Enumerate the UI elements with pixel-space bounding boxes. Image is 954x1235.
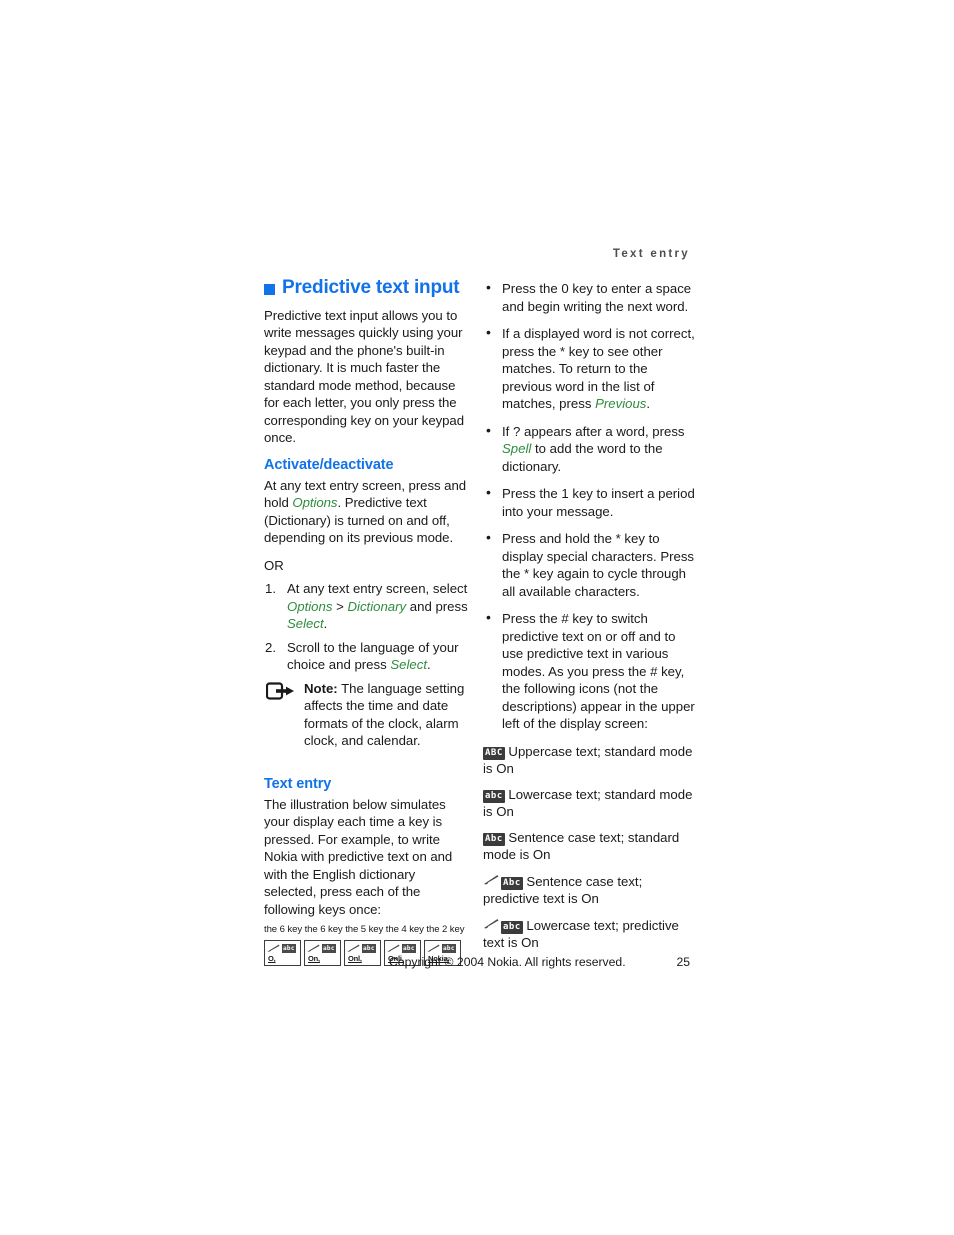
display-frame: abc On, [304,940,341,967]
step-text-a: Scroll to the language of your choice an… [287,639,459,673]
mode-indicator-icon: abc [282,943,296,953]
display-frame: abc O, [264,940,301,967]
mode-indicator-icon: abc [402,943,416,953]
step-italic-dictionary: Dictionary [347,598,407,614]
pencil-lines-icon [483,872,500,884]
bullet-text-a: Press the # key to switch predictive tex… [502,611,695,731]
bullet-dot-icon: • [486,421,491,438]
note-label: Note: [304,680,338,696]
list-item: Abc Sentence case text; standard mode is… [483,829,695,864]
activate-paragraph: At any text entry screen, press and hold… [264,477,469,547]
list-item: • Press the 0 key to enter a space and be… [483,279,695,315]
blue-square-bullet-icon [264,283,275,295]
mode-indicator-icon-abc-lower: abc [501,920,523,934]
activate-para-options: Options [292,495,338,511]
bullet-text-a: Press and hold the * key to display spec… [502,531,695,599]
list-item: • Press the # key to switch predictive te… [483,609,695,733]
bullet-text-a: If ? appears after a word, press [502,423,685,439]
display-word: O, [268,954,276,964]
right-column: • Press the 0 key to enter a space and be… [483,279,695,960]
text-entry-paragraph: The illustration below simulates your di… [264,796,453,917]
list-item: Abc Sentence case text; predictive text … [483,872,695,908]
bullet-dot-icon: • [486,609,491,625]
or-text: OR [264,557,284,573]
step-number: 2. [265,639,276,655]
list-item: 1. At any text entry screen, select Optio… [264,580,469,633]
step-italic-options: Options [287,598,333,614]
legend-text: Lowercase text; standard mode is On [483,786,693,820]
list-item: • If ? appears after a word, press Spell … [483,421,695,476]
display-status-bar: abc [267,943,298,953]
intro-paragraph: Predictive text input allows you to writ… [264,307,464,446]
mode-indicator-icon-abc-sentence: Abc [501,876,523,890]
page-title-text: Predictive text input [282,277,460,298]
list-item: ABC Uppercase text; standard mode is On [483,743,695,778]
list-item: 2. Scroll to the language of your choice … [264,639,469,674]
bullet-italic-spell: Spell [502,441,532,456]
running-header: Text entry [612,248,690,260]
step-text-a: At any text entry screen, select [287,581,468,597]
step-text-c: and press [406,598,468,614]
bullet-dot-icon: • [486,484,491,500]
bullet-text-b: . [646,396,651,411]
display-status-bar: abc [427,943,458,953]
step-italic-select: Select [287,616,324,632]
step-text-b: > [332,598,348,614]
step-text-d: . [323,616,328,632]
note-block: Note: The language setting affects the t… [264,680,469,750]
bullet-dot-icon: • [486,529,491,545]
display-status-bar: abc [387,943,418,953]
display-status-bar: abc [347,943,378,953]
bullet-text-a: Press the 1 key to insert a period into … [502,486,695,519]
bullet-text-a: Press the 0 key to enter a space and beg… [502,281,692,314]
mode-indicator-icon-abc-upper: ABC [483,746,505,760]
list-item: abc Lowercase text; predictive text is O… [483,916,695,952]
legend-text: Sentence case text; standard mode is On [483,829,680,863]
list-item: • Press the 1 key to insert a period into… [483,484,695,520]
step-text-b: . [427,657,431,673]
display-word: On, [308,954,320,964]
mode-indicator-icon: abc [362,943,376,953]
note-arrow-icon [265,682,296,702]
left-column: Predictive text input Predictive text in… [264,277,469,967]
list-item: • If a displayed word is not correct, pre… [483,324,695,413]
legend-text: Uppercase text; standard mode is On [483,743,693,777]
step-italic-select: Select [390,657,428,673]
section-heading-text-entry: Text entry [264,775,332,792]
bullet-italic-previous: Previous [595,396,647,411]
mode-icon-legend: ABC Uppercase text; standard mode is On … [483,743,695,952]
mode-indicator-icon: abc [322,943,336,953]
list-item: abc Lowercase text; standard mode is On [483,786,695,821]
section-heading-activate: Activate/deactivate [264,456,394,473]
display-status-bar: abc [307,943,338,953]
key-sequence-caption: the 6 key the 6 key the 5 key the 4 key … [264,924,465,936]
mode-indicator-icon-abc-lower: abc [483,789,505,803]
mode-indicator-icon: abc [442,943,456,953]
bullet-dot-icon: • [486,324,491,340]
page-number: 25 [676,955,690,969]
display-frame: abc Onl, [344,940,381,967]
bullet-dot-icon: • [486,279,491,295]
list-item: • Press and hold the * key to display spe… [483,529,695,600]
pencil-lines-icon [483,916,500,928]
activate-steps-list: 1. At any text entry screen, select Optio… [264,580,469,674]
manual-page: Text entry Predictive text input Predict… [0,0,954,1235]
key-functions-list: • Press the 0 key to enter a space and be… [483,279,695,733]
copyright-notice: Copyright © 2004 Nokia. All rights reser… [389,955,626,969]
display-word: Onl, [348,954,362,964]
step-number: 1. [265,581,276,597]
page-title: Predictive text input [264,277,469,299]
mode-indicator-icon-abc-sentence: Abc [483,832,505,846]
